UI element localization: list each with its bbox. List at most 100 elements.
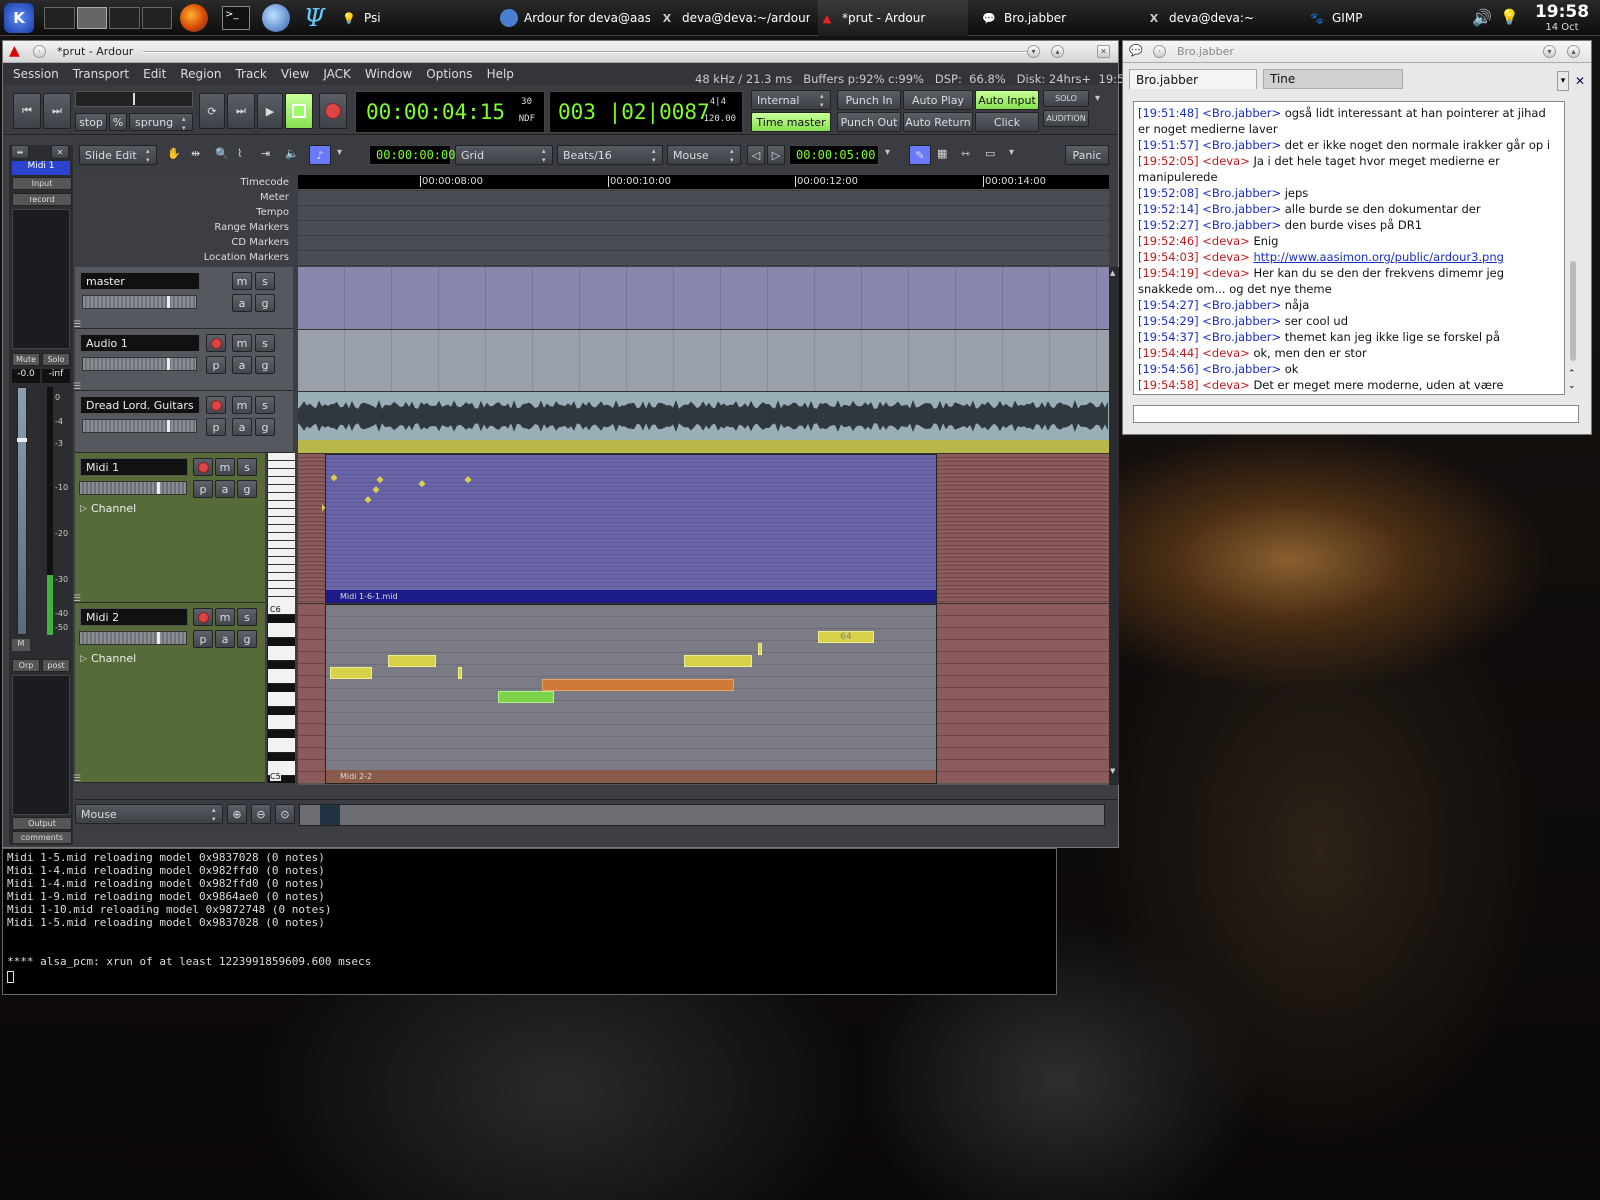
master-gain-slider[interactable] bbox=[82, 295, 197, 309]
midi1-solo-button[interactable]: s bbox=[237, 458, 257, 476]
minimize-icon[interactable]: ▾ bbox=[1027, 45, 1040, 58]
snap-type-select[interactable]: Grid bbox=[455, 145, 553, 165]
goto-start-button[interactable]: ⏮ bbox=[13, 93, 41, 129]
menu-edit[interactable]: Edit bbox=[143, 67, 166, 81]
tempo-ruler[interactable] bbox=[298, 206, 1109, 221]
play-button[interactable]: ▶ bbox=[257, 93, 283, 129]
guitars-lane[interactable] bbox=[298, 391, 1109, 454]
record-enable-button[interactable]: record bbox=[12, 193, 72, 206]
task-psi[interactable]: 💡 Psi bbox=[340, 0, 490, 36]
auto-return-button[interactable]: Auto Return bbox=[903, 112, 973, 132]
grab-tool-icon[interactable]: ✋ bbox=[167, 147, 181, 160]
midi2-solo-button[interactable]: s bbox=[237, 608, 257, 626]
shuttle-units-button[interactable]: % bbox=[109, 113, 127, 131]
cd-markers-ruler[interactable] bbox=[298, 236, 1109, 251]
shuttle-slider[interactable] bbox=[75, 91, 193, 107]
desktop-3[interactable] bbox=[109, 7, 140, 29]
midi-note[interactable] bbox=[758, 643, 762, 655]
midi1-piano-keyboard[interactable] bbox=[267, 453, 295, 603]
midi2-channel-label[interactable]: Channel bbox=[91, 652, 136, 665]
guitars-playlist-button[interactable]: p bbox=[206, 418, 226, 436]
erase-mode-icon[interactable]: ▭ bbox=[985, 147, 995, 160]
strip-close-button[interactable]: ✕ bbox=[51, 145, 69, 159]
audio1-automation-button[interactable]: a bbox=[232, 356, 252, 374]
shuttle-style-select[interactable]: sprung bbox=[129, 113, 193, 133]
sync-source-select[interactable]: Internal bbox=[751, 90, 831, 110]
punch-in-button[interactable]: Punch In bbox=[837, 90, 901, 110]
loop-button[interactable]: ⟳ bbox=[199, 93, 225, 129]
clock-chevron-icon[interactable]: ▾ bbox=[885, 147, 890, 158]
scroll-up-icon[interactable]: ▲ bbox=[1110, 269, 1115, 277]
orp-button[interactable]: Orp bbox=[12, 659, 40, 672]
close-icon[interactable]: ✕ bbox=[1097, 45, 1110, 58]
audio1-playlist-button[interactable]: p bbox=[206, 356, 226, 374]
guitars-gain-slider[interactable] bbox=[82, 419, 197, 433]
scroll-down-icon[interactable]: ⌄ bbox=[1568, 381, 1576, 391]
draw-mode-button[interactable]: ✎ bbox=[909, 145, 931, 165]
midi-note[interactable] bbox=[388, 655, 436, 667]
master-lane[interactable] bbox=[298, 267, 1109, 329]
play-selection-button[interactable]: ⏭ bbox=[227, 93, 255, 129]
menu-track[interactable]: Track bbox=[235, 67, 266, 81]
ruler-label-cd-markers[interactable]: CD Markers bbox=[75, 237, 292, 248]
zoom-in-button[interactable]: ⊕ bbox=[227, 804, 247, 824]
maximize-icon[interactable]: ▴ bbox=[1567, 45, 1580, 58]
gain-display[interactable]: -0.0 bbox=[12, 369, 40, 383]
chat-log[interactable]: [19:51:48] <Bro.jabber> også lidt intere… bbox=[1133, 101, 1565, 395]
audio1-group-button[interactable]: g bbox=[255, 356, 275, 374]
edit-point-select[interactable]: Mouse bbox=[667, 145, 741, 165]
strip-name[interactable]: Midi 1 bbox=[12, 161, 70, 175]
audio1-mute-button[interactable]: m bbox=[232, 334, 252, 352]
midi2-lane[interactable]: 64 Midi 2-2 bbox=[298, 603, 1109, 784]
drag-handle-icon[interactable]: ☰ bbox=[73, 774, 81, 784]
editor-vscrollbar[interactable]: ▲ ▼ bbox=[1109, 267, 1119, 785]
click-button[interactable]: Click bbox=[975, 112, 1039, 132]
midi1-mute-button[interactable]: m bbox=[215, 458, 235, 476]
zoom-session-button[interactable]: ⊙ bbox=[275, 804, 295, 824]
volume-icon[interactable]: 🔊 bbox=[1472, 8, 1492, 27]
nudge-back-button[interactable]: ◁ bbox=[747, 145, 765, 165]
select-mode-icon[interactable]: ▦ bbox=[937, 147, 947, 160]
punch-out-button[interactable]: Punch Out bbox=[837, 112, 901, 132]
track-name-guitars[interactable]: Dread Lord. Guitars bbox=[80, 396, 200, 414]
menu-window[interactable]: Window bbox=[365, 67, 412, 81]
midi1-channel-label[interactable]: Channel bbox=[91, 502, 136, 515]
time-master-button[interactable]: Time master bbox=[751, 112, 831, 132]
peak-display[interactable]: -inf bbox=[42, 369, 70, 383]
window-menu-icon[interactable]: · bbox=[1153, 45, 1166, 58]
midi-tool-button[interactable]: ♪ bbox=[309, 145, 331, 165]
grid-type-select[interactable]: Beats/16 bbox=[557, 145, 663, 165]
track-name-midi-2[interactable]: Midi 2 bbox=[80, 608, 188, 626]
ruler-label-tempo[interactable]: Tempo bbox=[75, 207, 292, 218]
shuttle-stop-button[interactable]: stop bbox=[75, 113, 107, 131]
auto-input-button[interactable]: Auto Input bbox=[975, 90, 1039, 110]
meter-ruler[interactable] bbox=[298, 191, 1109, 206]
audition-alert-button[interactable]: AUDITION bbox=[1043, 110, 1089, 127]
task-gimp[interactable]: 🐾 GIMP bbox=[1308, 0, 1418, 36]
record-button[interactable] bbox=[319, 93, 347, 129]
midi2-piano-keyboard[interactable]: C6 C5 bbox=[267, 603, 295, 783]
chevron-down-icon[interactable]: ▾ bbox=[1095, 93, 1100, 104]
tray-lightbulb-icon[interactable]: 💡 bbox=[1500, 8, 1519, 26]
task-terminal-home[interactable]: Xdeva@deva:~ bbox=[1145, 0, 1295, 36]
stretch-tool-icon[interactable]: ⇥ bbox=[261, 147, 270, 160]
midi-note-selected[interactable] bbox=[542, 679, 734, 691]
tab-bro-jabber[interactable]: Bro.jabber bbox=[1129, 69, 1257, 89]
kde-menu-button[interactable]: K bbox=[4, 3, 34, 33]
track-header-audio-1[interactable]: Audio 1 m s p a g ☰ bbox=[73, 329, 293, 392]
clock-time[interactable]: 19:58 bbox=[1530, 2, 1594, 22]
ruler-label-timecode[interactable]: Timecode bbox=[75, 177, 292, 188]
master-automation-button[interactable]: a bbox=[232, 294, 252, 312]
desktop-4[interactable] bbox=[141, 7, 172, 29]
track-header-midi-2[interactable]: Midi 2 m s p a g ▷ Channel ☰ bbox=[73, 603, 265, 784]
midi1-group-button[interactable]: g bbox=[237, 480, 257, 498]
midi2-rec-button[interactable] bbox=[193, 608, 213, 626]
track-name-master[interactable]: master bbox=[80, 272, 200, 290]
input-button[interactable]: Input bbox=[12, 177, 72, 190]
solo-button[interactable]: Solo bbox=[42, 353, 70, 366]
maximize-icon[interactable]: ▴ bbox=[1051, 45, 1064, 58]
midi1-gain-slider[interactable] bbox=[79, 481, 187, 495]
audio1-solo-button[interactable]: s bbox=[255, 334, 275, 352]
midi-note-velocity[interactable]: 64 bbox=[818, 631, 874, 643]
task-ardour[interactable]: ▲ *prut - Ardour bbox=[818, 0, 968, 36]
